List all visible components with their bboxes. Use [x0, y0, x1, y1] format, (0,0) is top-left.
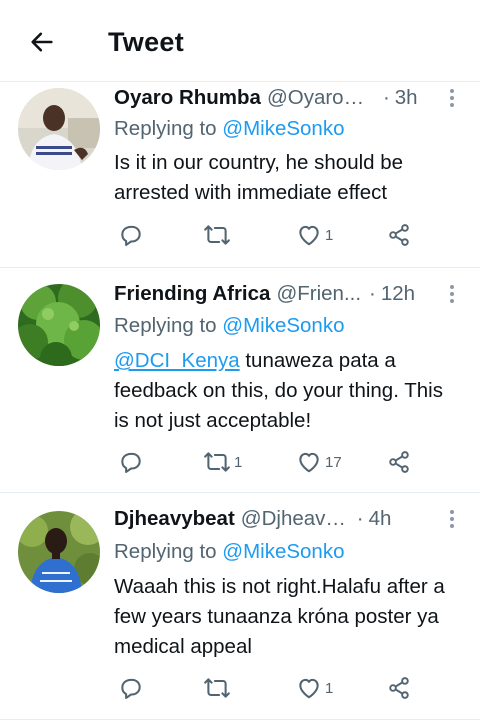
back-button[interactable]: [22, 22, 62, 62]
like-count: 1: [325, 226, 334, 244]
retweet-button[interactable]: 1: [203, 447, 242, 477]
tweet-body: Is it in our country, he should be arres…: [114, 151, 404, 204]
reply-button[interactable]: [118, 220, 144, 250]
retweet-count: 1: [234, 453, 243, 471]
tweet-meta: Friending Africa @Frien... · 12h: [114, 280, 458, 308]
avatar[interactable]: [18, 88, 100, 170]
tweet-meta: Djheavybeat @Djheavyb... · 4h: [114, 505, 458, 533]
avatar[interactable]: [18, 511, 100, 593]
retweet-icon: [204, 678, 230, 698]
share-icon: [389, 224, 409, 246]
reply-tweet[interactable]: Djheavybeat @Djheavyb... · 4h Replying t…: [0, 493, 480, 720]
like-button[interactable]: 1: [296, 673, 333, 703]
reply-button[interactable]: [118, 447, 144, 477]
action-bar: 1: [114, 673, 414, 703]
like-button[interactable]: 1: [296, 220, 333, 250]
retweet-button[interactable]: [203, 673, 234, 703]
heart-icon: [299, 678, 319, 699]
more-icon: [450, 510, 454, 514]
timestamp[interactable]: 12h: [381, 282, 415, 306]
page-title: Tweet: [108, 27, 185, 57]
retweet-icon: [204, 225, 230, 245]
timestamp[interactable]: 3h: [395, 86, 418, 110]
avatar[interactable]: [18, 284, 100, 366]
more-options-button[interactable]: [440, 505, 464, 533]
user-name[interactable]: Friending Africa: [114, 282, 270, 306]
heart-icon: [299, 225, 319, 246]
user-name[interactable]: Djheavybeat: [114, 507, 235, 531]
reply-tweet[interactable]: Friending Africa @Frien... · 12h Replyin…: [0, 268, 480, 493]
replying-to: Replying to @MikeSonko: [114, 311, 345, 341]
more-options-button[interactable]: [440, 84, 464, 112]
replying-prefix: Replying to: [114, 314, 217, 337]
more-icon: [450, 89, 454, 93]
tweet-text: Waaah this is not right.Halafu after a f…: [114, 572, 460, 662]
heart-icon: [299, 452, 319, 473]
tweet-meta: Oyaro Rhumba @OyaroR... · 3h: [114, 84, 458, 112]
replying-mention[interactable]: @MikeSonko: [222, 540, 344, 563]
tweet-body: Waaah this is not right.Halafu after a f…: [114, 575, 445, 658]
like-button[interactable]: 17: [296, 447, 342, 477]
more-options-button[interactable]: [440, 280, 464, 308]
user-name[interactable]: Oyaro Rhumba: [114, 86, 261, 110]
tweet-text: Is it in our country, he should be arres…: [114, 148, 460, 208]
retweet-icon: [204, 452, 230, 472]
share-button[interactable]: [386, 220, 412, 250]
reply-icon: [121, 678, 141, 699]
arrow-left-icon: [31, 32, 53, 52]
user-handle[interactable]: @Frien...: [276, 282, 361, 306]
reply-button[interactable]: [118, 673, 144, 703]
replying-mention[interactable]: @MikeSonko: [222, 117, 344, 140]
more-icon: [450, 285, 454, 289]
reply-tweet[interactable]: Oyaro Rhumba @OyaroR... · 3h Replying to…: [0, 82, 480, 268]
share-icon: [389, 451, 409, 473]
reply-icon: [121, 225, 141, 246]
separator-dot: ·: [369, 282, 376, 305]
reply-icon: [121, 452, 141, 473]
separator-dot: ·: [382, 86, 390, 109]
retweet-button[interactable]: [203, 220, 234, 250]
replying-prefix: Replying to: [114, 117, 217, 140]
share-icon: [389, 677, 409, 699]
replying-to: Replying to @MikeSonko: [114, 114, 345, 144]
tweet-text: @DCI_Kenya tunaweza pata a feedback on t…: [114, 346, 460, 436]
share-button[interactable]: [386, 673, 412, 703]
share-button[interactable]: [386, 447, 412, 477]
action-bar: 1: [114, 220, 414, 250]
user-handle[interactable]: @OyaroR...: [267, 86, 375, 110]
timestamp[interactable]: 4h: [369, 507, 392, 531]
like-count: 17: [325, 453, 342, 471]
action-bar: 1 17: [114, 447, 414, 477]
mention-link[interactable]: @DCI_Kenya: [114, 349, 240, 372]
user-handle[interactable]: @Djheavyb...: [241, 507, 349, 531]
replying-mention[interactable]: @MikeSonko: [222, 314, 344, 337]
like-count: 1: [325, 679, 334, 697]
separator-dot: ·: [356, 507, 364, 530]
replying-prefix: Replying to: [114, 540, 217, 563]
top-bar: Tweet: [0, 0, 480, 82]
replying-to: Replying to @MikeSonko: [114, 537, 345, 567]
